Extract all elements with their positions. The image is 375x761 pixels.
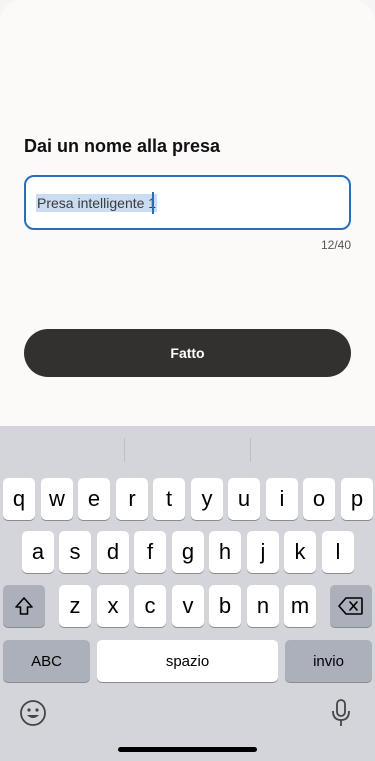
key-s[interactable]: s bbox=[59, 531, 91, 573]
shift-key[interactable] bbox=[3, 585, 45, 627]
key-w[interactable]: w bbox=[41, 478, 73, 520]
name-input[interactable]: Presa intelligente 1 bbox=[24, 175, 351, 230]
key-l[interactable]: l bbox=[322, 531, 354, 573]
key-h[interactable]: h bbox=[209, 531, 241, 573]
keyboard-row-2: a s d f g h j k l bbox=[0, 531, 375, 573]
key-x[interactable]: x bbox=[97, 585, 129, 627]
key-f[interactable]: f bbox=[134, 531, 166, 573]
keyboard-row-4: ABC spazio invio bbox=[0, 640, 375, 682]
key-t[interactable]: t bbox=[153, 478, 185, 520]
suggestion-divider bbox=[124, 438, 125, 462]
home-indicator bbox=[118, 747, 257, 752]
key-z[interactable]: z bbox=[59, 585, 91, 627]
abc-key[interactable]: ABC bbox=[3, 640, 90, 682]
emoji-icon bbox=[20, 700, 46, 726]
key-i[interactable]: i bbox=[266, 478, 298, 520]
keyboard-row-1: q w e r t y u i o p bbox=[0, 478, 375, 520]
text-caret bbox=[152, 192, 154, 214]
key-o[interactable]: o bbox=[303, 478, 335, 520]
key-d[interactable]: d bbox=[97, 531, 129, 573]
key-c[interactable]: c bbox=[134, 585, 166, 627]
key-b[interactable]: b bbox=[209, 585, 241, 627]
shift-icon bbox=[15, 597, 33, 615]
key-v[interactable]: v bbox=[172, 585, 204, 627]
microphone-icon bbox=[332, 699, 350, 726]
space-key[interactable]: spazio bbox=[97, 640, 278, 682]
key-j[interactable]: j bbox=[247, 531, 279, 573]
key-y[interactable]: y bbox=[191, 478, 223, 520]
key-a[interactable]: a bbox=[22, 531, 54, 573]
key-k[interactable]: k bbox=[284, 531, 316, 573]
emoji-button[interactable] bbox=[18, 698, 48, 728]
done-button[interactable]: Fatto bbox=[24, 329, 351, 377]
key-g[interactable]: g bbox=[172, 531, 204, 573]
page-title: Dai un nome alla presa bbox=[24, 136, 221, 156]
return-key[interactable]: invio bbox=[285, 640, 372, 682]
backspace-icon bbox=[338, 597, 363, 615]
key-m[interactable]: m bbox=[284, 585, 316, 627]
key-u[interactable]: u bbox=[228, 478, 260, 520]
name-input-value[interactable]: Presa intelligente 1 bbox=[36, 194, 158, 212]
character-counter: 12/40 bbox=[320, 238, 351, 252]
rename-sheet: Dai un nome alla presa Presa intelligent… bbox=[0, 0, 375, 426]
key-q[interactable]: q bbox=[3, 478, 35, 520]
dictation-button[interactable] bbox=[326, 698, 356, 728]
suggestion-divider bbox=[250, 438, 251, 462]
key-p[interactable]: p bbox=[341, 478, 373, 520]
key-e[interactable]: e bbox=[78, 478, 110, 520]
key-r[interactable]: r bbox=[116, 478, 148, 520]
key-n[interactable]: n bbox=[247, 585, 279, 627]
keyboard: q w e r t y u i o p a s d f g h j k l z … bbox=[0, 426, 375, 761]
keyboard-row-3: z x c v b n m bbox=[0, 585, 375, 627]
backspace-key[interactable] bbox=[330, 585, 372, 627]
